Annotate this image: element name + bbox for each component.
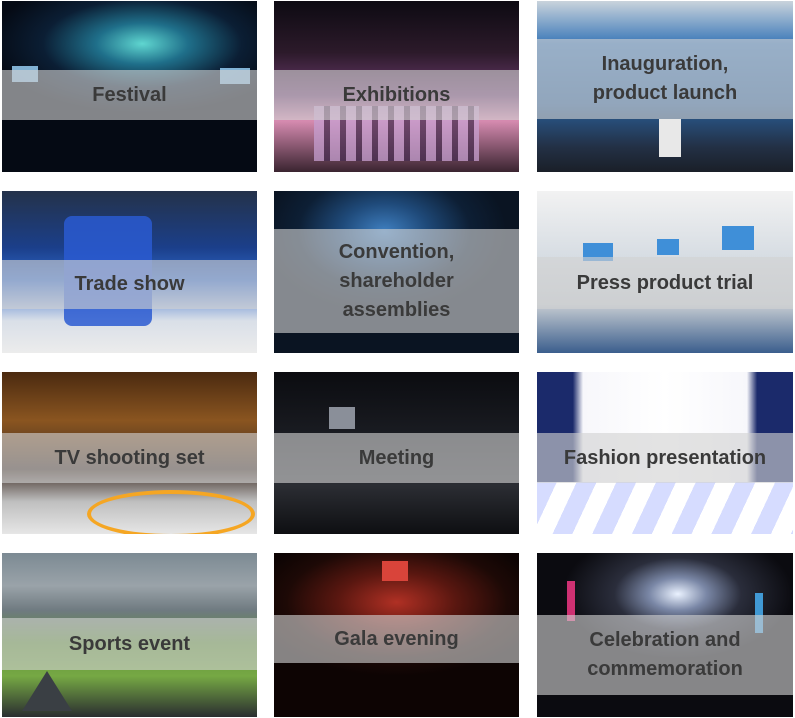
runway-floor-icon — [537, 482, 793, 534]
tile-caption-band: TV shooting set — [2, 433, 257, 483]
tile-label: Celebration and commemoration — [587, 629, 743, 680]
tile-trade-show[interactable]: Trade show — [2, 191, 257, 353]
tile-fashion[interactable]: Fashion presentation — [537, 372, 793, 534]
tile-caption-band: Exhibitions — [274, 70, 519, 120]
tile-caption-band: Sports event — [2, 618, 257, 670]
tile-sports[interactable]: Sports event — [2, 553, 257, 717]
tile-label: Inauguration, product launch — [592, 53, 738, 104]
tile-label: TV shooting set — [54, 446, 205, 469]
tile-label: Trade show — [74, 273, 185, 295]
tile-caption-band: Festival — [2, 70, 257, 120]
tile-caption-band: Trade show — [2, 260, 257, 309]
tile-exhibitions[interactable]: Exhibitions — [274, 1, 519, 172]
tile-celebration[interactable]: Celebration and commemoration — [537, 553, 793, 717]
tile-inauguration[interactable]: Inauguration, product launch — [537, 1, 793, 172]
tile-caption-band: Convention, shareholder assemblies — [274, 229, 519, 333]
screen-icon — [657, 239, 679, 255]
tile-caption-band: Fashion presentation — [537, 433, 793, 483]
tile-label: Meeting — [358, 446, 435, 469]
screen-icon — [722, 226, 754, 250]
tile-convention[interactable]: Convention, shareholder assemblies — [274, 191, 519, 353]
tile-label: Convention, shareholder assemblies — [338, 240, 455, 321]
tile-label: Gala evening — [334, 627, 459, 650]
tile-label: Festival — [92, 83, 167, 106]
speaker-podium-icon — [659, 119, 681, 157]
tile-festival[interactable]: Festival — [2, 1, 257, 172]
tile-caption-band: Inauguration, product launch — [537, 39, 793, 119]
tile-caption-band: Meeting — [274, 433, 519, 483]
tile-label: Press product trial — [576, 271, 754, 294]
projection-screen-icon — [329, 407, 355, 429]
tile-tv-set[interactable]: TV shooting set — [2, 372, 257, 534]
tile-caption-band: Celebration and commemoration — [537, 615, 793, 695]
tile-label: Exhibitions — [342, 83, 451, 106]
tile-caption-band: Press product trial — [537, 257, 793, 309]
tile-label: Fashion presentation — [563, 446, 767, 469]
tile-press-trial[interactable]: Press product trial — [537, 191, 793, 353]
studio-floor-ring-icon — [87, 490, 255, 534]
tile-meeting[interactable]: Meeting — [274, 372, 519, 534]
tile-gala[interactable]: Gala evening — [274, 553, 519, 717]
stage-screen-icon — [382, 561, 408, 581]
tile-label: Sports event — [68, 632, 191, 655]
tile-caption-band: Gala evening — [274, 615, 519, 663]
